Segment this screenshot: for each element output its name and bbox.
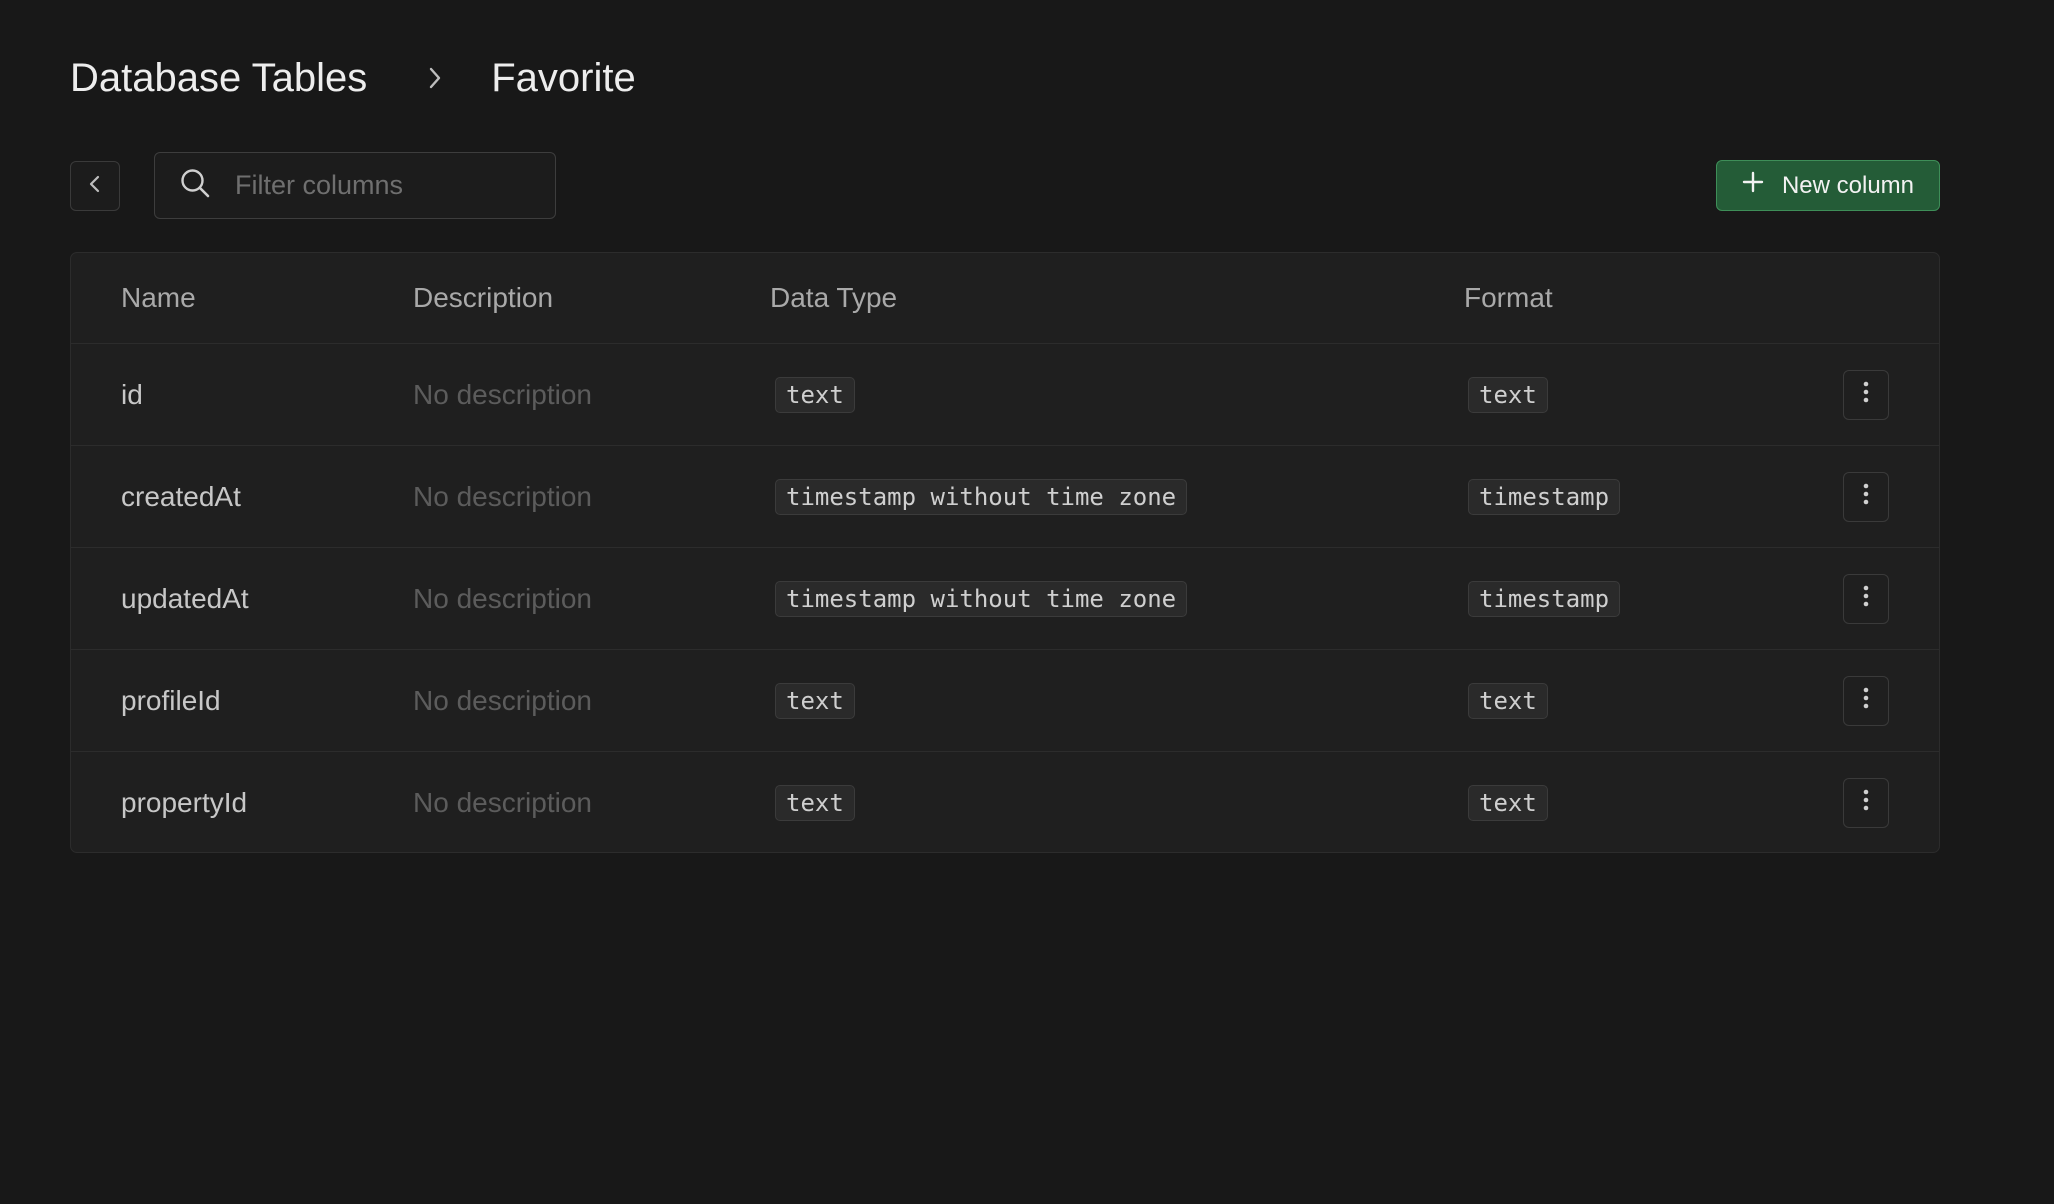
more-vertical-icon [1862,584,1870,613]
breadcrumb-current: Favorite [491,55,636,100]
format-badge: text [1468,376,1548,413]
column-description: No description [413,480,592,512]
column-description: No description [413,684,592,716]
format-badge: text [1468,784,1548,821]
table-row: id No description text text [71,343,1939,445]
plus-icon [1742,171,1764,200]
breadcrumb: Database Tables Favorite [70,50,636,106]
column-name: createdAt [121,480,241,512]
breadcrumb-parent[interactable]: Database Tables [70,56,367,101]
data-type-badge: text [775,376,855,413]
row-actions-button[interactable] [1843,675,1889,726]
chevron-left-icon [87,173,103,200]
chevron-right-icon [407,65,463,91]
table-row: updatedAt No description timestamp witho… [71,547,1939,649]
data-type-badge: text [775,784,855,821]
column-description: No description [413,582,592,614]
format-badge: timestamp [1468,580,1621,617]
table-row: createdAt No description timestamp witho… [71,445,1939,547]
format-badge: timestamp [1468,478,1621,515]
table-row: propertyId No description text text [71,751,1939,852]
row-actions-button[interactable] [1843,777,1889,828]
more-vertical-icon [1862,380,1870,409]
filter-columns-search[interactable] [154,152,556,219]
more-vertical-icon [1862,482,1870,511]
more-vertical-icon [1862,686,1870,715]
search-input[interactable] [233,169,537,202]
header-name: Name [121,282,196,313]
column-name: id [121,378,143,410]
column-name: propertyId [121,786,248,818]
format-badge: text [1468,682,1548,719]
row-actions-button[interactable] [1843,573,1889,624]
data-type-badge: timestamp without time zone [775,580,1188,617]
back-button[interactable] [70,161,120,211]
column-description: No description [413,378,592,410]
new-column-button[interactable]: New column [1716,160,1940,211]
header-data-type: Data Type [770,282,898,313]
header-format: Format [1464,282,1553,313]
row-actions-button[interactable] [1843,471,1889,522]
new-column-label: New column [1781,171,1915,199]
column-name: updatedAt [121,582,249,614]
table-header: Name Description Data Type Format [71,253,1939,343]
more-vertical-icon [1862,788,1870,817]
search-icon [179,167,211,204]
header-description: Description [413,282,554,313]
table-row: profileId No description text text [71,649,1939,751]
columns-table: Name Description Data Type Format id No … [70,252,1940,853]
data-type-badge: timestamp without time zone [775,478,1188,515]
column-description: No description [413,786,592,818]
row-actions-button[interactable] [1843,369,1889,420]
data-type-badge: text [775,682,855,719]
column-name: profileId [121,684,221,716]
